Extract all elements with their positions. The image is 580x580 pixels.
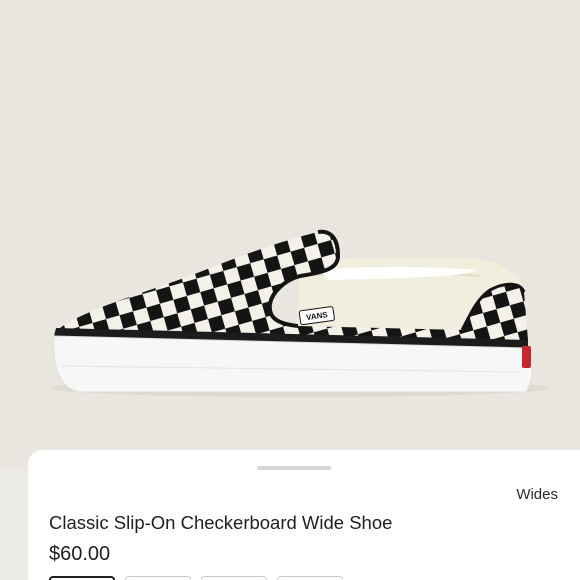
option-chip[interactable]: [277, 576, 343, 580]
shoe-image: VANS: [50, 229, 550, 397]
option-chip-selected[interactable]: [49, 576, 115, 580]
product-image-area[interactable]: VANS: [0, 0, 580, 470]
option-chips: [49, 576, 343, 580]
product-title: Classic Slip-On Checkerboard Wide Shoe: [49, 512, 393, 533]
screen: VANS Wides Classic Slip-On Checkerboard …: [0, 0, 580, 580]
option-chip[interactable]: [201, 576, 267, 580]
sheet-grabber[interactable]: [257, 466, 331, 470]
category-label[interactable]: Wides: [516, 486, 558, 503]
product-price: $60.00: [49, 543, 111, 565]
option-chip[interactable]: [125, 576, 191, 580]
product-details-sheet: Wides Classic Slip-On Checkerboard Wide …: [28, 450, 580, 580]
